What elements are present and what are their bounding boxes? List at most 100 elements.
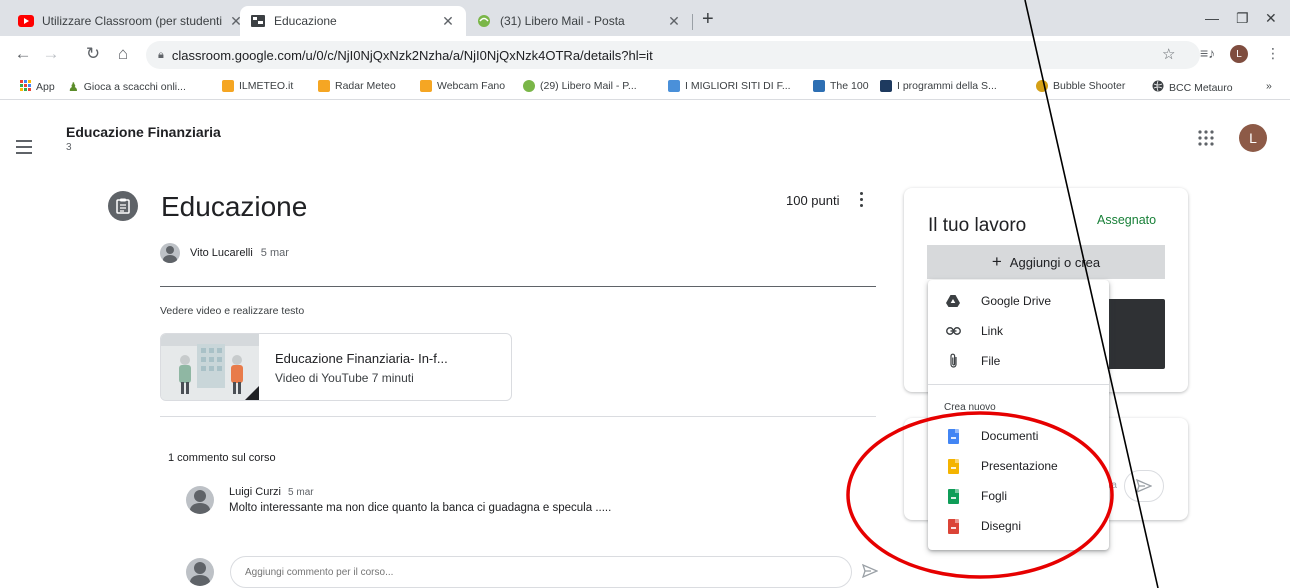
bookmark-bcc-metauro[interactable]: BCC Metauro [1152, 80, 1233, 95]
google-drive-icon [945, 292, 961, 310]
create-new-section-label: Crea nuovo [944, 402, 996, 413]
menu-item-link[interactable]: Link [928, 316, 1109, 346]
bookmark-app[interactable]: App [20, 80, 55, 94]
bookmarks-bar: App ♟ Gioca a scacchi onli... ILMETEO.it… [0, 74, 1290, 100]
home-icon[interactable]: ⌂ [112, 44, 134, 64]
bubble-icon [1036, 80, 1048, 92]
your-work-title: Il tuo lavoro [928, 215, 1027, 236]
add-or-create-menu: Google Drive Link File Crea nuovo Docume… [928, 280, 1109, 550]
back-icon[interactable]: ← [12, 44, 34, 64]
tab-title: Educazione [274, 14, 337, 28]
comment-date: 5 mar [288, 487, 314, 498]
browser-profile-avatar[interactable]: L [1230, 45, 1248, 63]
attachment-title: Educazione Finanziaria- In-f... [275, 351, 448, 366]
private-comment-send-button[interactable] [1124, 470, 1164, 502]
youtube-attachment[interactable]: Educazione Finanziaria- In-f... Video di… [160, 333, 512, 401]
bookmark-programmi[interactable]: I programmi della S... [880, 80, 997, 92]
minimize-icon[interactable]: — [1205, 10, 1219, 26]
menu-item-google-drive[interactable]: Google Drive [928, 286, 1109, 316]
tab-libero-mail[interactable]: (31) Libero Mail - Posta ✕ [466, 6, 692, 36]
menu-item-fogli[interactable]: Fogli [928, 481, 1109, 511]
youtube-icon [18, 13, 34, 29]
class-comments-title[interactable]: 1 commento sul corso [168, 452, 276, 464]
paperclip-icon [945, 352, 961, 370]
close-tab-icon[interactable]: ✕ [666, 13, 682, 30]
the100-icon [813, 80, 825, 92]
url-text: classroom.google.com/u/0/c/NjI0NjQxNzk2N… [171, 47, 653, 63]
send-icon[interactable] [861, 563, 879, 583]
account-avatar[interactable]: L [1239, 124, 1267, 152]
bookmark-bubble-shooter[interactable]: Bubble Shooter [1036, 80, 1125, 92]
meteo-icon [420, 80, 432, 92]
plus-icon: + [991, 252, 1002, 271]
browser-menu-icon[interactable]: ⋮ [1266, 45, 1280, 62]
bookmark-libero-mail[interactable]: (29) Libero Mail - P... [523, 80, 637, 92]
google-drawings-icon [945, 517, 961, 535]
restore-icon[interactable]: ❐ [1236, 10, 1249, 27]
class-name[interactable]: Educazione Finanziaria [66, 124, 221, 140]
bookmark-the-100[interactable]: The 100 [813, 80, 869, 92]
tab-title: (31) Libero Mail - Posta [500, 14, 625, 28]
close-tab-icon[interactable]: ✕ [440, 13, 456, 30]
tab-title: Utilizzare Classroom (per studenti [42, 14, 223, 28]
google-sheets-icon [945, 487, 961, 505]
class-comment-input[interactable] [230, 556, 852, 588]
forward-icon[interactable]: → [40, 44, 62, 64]
person-avatar-icon [186, 558, 214, 586]
more-bookmarks-icon[interactable]: » [1266, 80, 1272, 92]
lock-icon: 🔒︎ [158, 48, 164, 61]
tab-classroom-guide[interactable]: Utilizzare Classroom (per studenti ✕ [8, 6, 254, 36]
new-comment-row [186, 556, 879, 588]
link-icon [945, 322, 961, 340]
video-thumbnail [161, 334, 259, 400]
apps-grid-icon [20, 80, 31, 94]
assignment-icon [108, 191, 138, 221]
google-slides-icon [945, 457, 961, 475]
hamburger-menu-icon[interactable] [16, 140, 32, 158]
attachment-subtitle: Video di YouTube 7 minuti [275, 371, 414, 385]
post-date: 5 mar [260, 247, 289, 259]
bookmark-migliori-siti[interactable]: I MIGLIORI SITI DI F... [668, 80, 791, 92]
private-comment-hint: ra [1108, 480, 1117, 491]
bookmark-radar-meteo[interactable]: Radar Meteo [318, 80, 396, 92]
libero-icon [523, 80, 535, 92]
menu-divider [928, 384, 1109, 385]
meteo-icon [222, 80, 234, 92]
bookmark-ilmeteo[interactable]: ILMETEO.it [222, 80, 293, 92]
menu-item-presentazione[interactable]: Presentazione [928, 451, 1109, 481]
status-badge: Assegnato [1097, 213, 1157, 227]
close-window-icon[interactable]: ✕ [1265, 10, 1277, 27]
menu-item-documenti[interactable]: Documenti [928, 421, 1109, 451]
class-section: 3 [66, 142, 72, 153]
more-options-icon[interactable] [860, 192, 864, 210]
meteo-icon [318, 80, 330, 92]
add-or-create-label: Aggiungi o crea [1009, 254, 1101, 270]
add-or-create-button[interactable]: + Aggiungi o crea [927, 245, 1165, 279]
classroom-header: Educazione Finanziaria 3 L [0, 100, 1290, 168]
comment-text: Molto interessante ma non dice quanto la… [229, 502, 612, 514]
bookmark-webcam-fano[interactable]: Webcam Fano [420, 80, 505, 92]
assignment-author: Vito Lucarelli 5 mar [160, 243, 289, 263]
tv-icon [880, 80, 892, 92]
reload-icon[interactable]: ↻ [82, 44, 104, 64]
menu-item-file[interactable]: File [928, 346, 1109, 376]
new-tab-icon[interactable]: + [702, 9, 714, 29]
divider [160, 416, 876, 417]
tab-separator [692, 14, 693, 30]
menu-item-disegni[interactable]: Disegni [928, 511, 1109, 541]
address-bar[interactable]: 🔒︎ classroom.google.com/u/0/c/NjI0NjQxNz… [146, 41, 1200, 69]
media-control-icon[interactable]: ≡♪ [1200, 45, 1215, 61]
google-docs-icon [945, 427, 961, 445]
site-icon [668, 80, 680, 92]
bookmark-star-icon[interactable]: ☆ [1162, 45, 1175, 63]
assignment-title: Educazione [161, 191, 308, 222]
comment-item: Luigi Curzi 5 mar Molto interessante ma … [186, 486, 611, 514]
bookmark-scacchi[interactable]: ♟ Gioca a scacchi onli... [68, 80, 186, 94]
divider [160, 286, 876, 287]
comment-author: Luigi Curzi [229, 486, 281, 498]
tab-educazione[interactable]: Educazione ✕ [240, 6, 466, 36]
browser-toolbar: ← → ↻ ⌂ 🔒︎ classroom.google.com/u/0/c/Nj… [0, 36, 1290, 74]
google-apps-icon[interactable] [1198, 130, 1214, 146]
person-avatar-icon [160, 243, 180, 263]
send-icon [1136, 479, 1152, 493]
